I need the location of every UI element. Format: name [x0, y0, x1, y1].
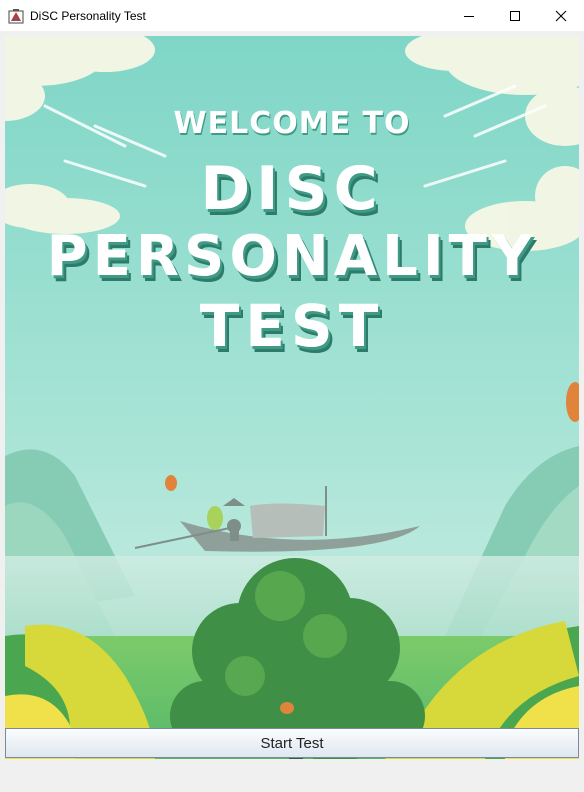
maximize-button[interactable]	[492, 0, 538, 31]
minimize-icon	[464, 15, 474, 17]
welcome-heading: WELCOME TO	[173, 106, 411, 141]
close-button[interactable]	[538, 0, 584, 31]
minimize-button[interactable]	[446, 0, 492, 31]
title-personality: PERSONALITY	[46, 224, 538, 289]
close-icon	[555, 10, 567, 21]
landscape-artwork	[5, 36, 579, 759]
maximize-icon	[510, 10, 520, 21]
start-test-button[interactable]: Start Test	[5, 728, 579, 758]
window-titlebar: DiSC Personality Test	[0, 0, 584, 32]
title-test: TEST	[199, 292, 385, 360]
title-disc: DISC	[200, 154, 384, 224]
window-title: DiSC Personality Test	[30, 9, 146, 23]
content-frame: WELCOME TO DISC PERSONALITY TEST	[0, 31, 584, 792]
welcome-illustration: WELCOME TO DISC PERSONALITY TEST	[5, 36, 579, 759]
java-app-icon	[8, 8, 24, 24]
